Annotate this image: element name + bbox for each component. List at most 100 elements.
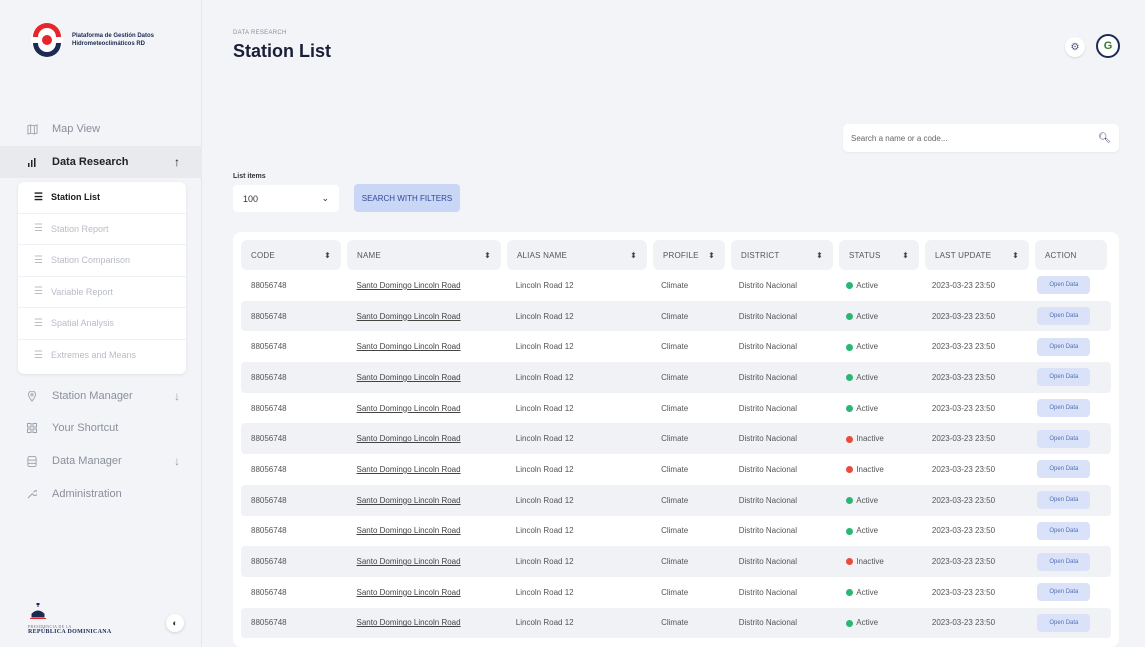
status-badge: Active (836, 373, 922, 382)
status-dot-icon (846, 404, 854, 412)
grid-icon (26, 422, 38, 434)
open-data-button[interactable]: Open Data (1037, 307, 1091, 326)
cell-alias: Lincoln Road 12 (515, 618, 574, 628)
cell-code: 88056748 (251, 587, 287, 597)
status-dot-icon (846, 343, 854, 351)
settings-button[interactable]: ⚙ (1065, 37, 1085, 57)
theme-toggle-button[interactable]: ◐ (166, 614, 184, 632)
list-icon: ☰ (34, 286, 43, 298)
cell-profile: Climate (661, 495, 689, 505)
search-input[interactable] (851, 133, 1099, 143)
sidebar-item-label: Your Shortcut (52, 422, 119, 434)
column-header-alias[interactable]: ALIAS NAME ⬍ (507, 240, 647, 270)
table-row: 88056748 Santo Domingo Lincoln Road Lincol… (241, 423, 1111, 455)
search-icon[interactable]: 🔍︎ (1098, 133, 1111, 144)
table-header: CODE ⬍ NAME ⬍ ALIAS NAME ⬍ PROFILE ⬍ DISTRIC… (241, 240, 1111, 270)
cell-profile: Climate (661, 557, 689, 567)
open-data-button[interactable]: Open Data (1037, 613, 1091, 632)
status-badge: Inactive (836, 465, 922, 474)
open-data-button[interactable]: Open Data (1037, 276, 1091, 295)
status-label: Active (856, 618, 879, 628)
open-data-button[interactable]: Open Data (1037, 552, 1091, 571)
station-name-link[interactable]: Santo Domingo Lincoln Road (347, 434, 506, 443)
submenu-item-extremes-and-means[interactable]: ☰ Extremes and Means (18, 340, 186, 372)
cell-profile: Climate (661, 372, 689, 382)
cell-district: Distrito Nacional (738, 280, 797, 290)
column-header-profile[interactable]: PROFILE ⬍ (653, 240, 725, 270)
cell-profile: Climate (661, 403, 689, 413)
cell-district: Distrito Nacional (738, 557, 797, 567)
cell-last-update: 2023-03-23 23:50 (931, 618, 996, 628)
status-dot-icon (846, 497, 854, 505)
table-row: 88056748 Santo Domingo Lincoln Road Lincol… (241, 362, 1111, 393)
open-data-button[interactable]: Open Data (1037, 399, 1091, 418)
cell-alias: Lincoln Road 12 (515, 587, 574, 597)
station-name-link[interactable]: Santo Domingo Lincoln Road (347, 618, 506, 627)
submenu-item-station-list[interactable]: ☰ Station List (18, 182, 186, 214)
open-data-button[interactable]: Open Data (1037, 521, 1091, 540)
open-data-button[interactable]: Open Data (1037, 368, 1091, 387)
table-row: 88056748 Santo Domingo Lincoln Road Lincol… (241, 270, 1111, 301)
cell-code: 88056748 (251, 526, 287, 536)
station-name-link[interactable]: Santo Domingo Lincoln Road (347, 557, 506, 566)
arrow-down-icon[interactable]: ↓ (174, 454, 180, 468)
submenu-item-station-report[interactable]: ☰ Station Report (18, 214, 186, 245)
avatar[interactable]: G (1096, 34, 1120, 58)
column-label: ACTION (1045, 250, 1077, 260)
submenu-item-station-comparison[interactable]: ☰ Station Comparison (18, 245, 186, 277)
sidebar-item-administration[interactable]: Administration (0, 478, 202, 510)
app-logo[interactable]: Plataforma de Gestión Datos Hidrometeocl… (30, 23, 172, 57)
cell-profile: Climate (661, 587, 689, 597)
column-header-name[interactable]: NAME ⬍ (347, 240, 501, 270)
open-data-button[interactable]: Open Data (1037, 583, 1091, 602)
status-badge: Active (836, 404, 922, 413)
station-name-link[interactable]: Santo Domingo Lincoln Road (347, 373, 506, 382)
submenu-item-label: Spatial Analysis (50, 318, 115, 329)
open-data-button[interactable]: Open Data (1037, 491, 1091, 510)
cell-code: 88056748 (251, 403, 287, 413)
cell-code: 88056748 (251, 434, 287, 444)
submenu-item-label: Station Comparison (50, 255, 131, 266)
sort-icon: ⬍ (630, 250, 637, 260)
station-name-link[interactable]: Santo Domingo Lincoln Road (347, 342, 506, 351)
list-items-value: 100 (243, 193, 259, 204)
station-name-link[interactable]: Santo Domingo Lincoln Road (347, 312, 506, 321)
submenu-item-variable-report[interactable]: ☰ Variable Report (18, 277, 186, 308)
column-header-code[interactable]: CODE ⬍ (241, 240, 341, 270)
column-header-district[interactable]: DISTRICT ⬍ (731, 240, 833, 270)
station-name-link[interactable]: Santo Domingo Lincoln Road (347, 465, 506, 474)
column-header-last-update[interactable]: LAST UPDATE ⬍ (925, 240, 1029, 270)
status-label: Active (856, 311, 879, 321)
cell-last-update: 2023-03-23 23:50 (931, 434, 996, 444)
station-name-link[interactable]: Santo Domingo Lincoln Road (347, 281, 506, 290)
open-data-button[interactable]: Open Data (1037, 460, 1091, 479)
station-name-link[interactable]: Santo Domingo Lincoln Road (347, 496, 506, 505)
arrow-down-icon[interactable]: ↓ (174, 389, 180, 403)
column-label: LAST UPDATE (935, 250, 992, 260)
list-items-select[interactable]: 100 ⌄ (233, 185, 339, 212)
breadcrumb: DATA RESEARCH (233, 30, 287, 36)
column-header-status[interactable]: STATUS ⬍ (839, 240, 919, 270)
sidebar-item-data-manager[interactable]: Data Manager ↓ (0, 445, 202, 477)
cell-code: 88056748 (251, 557, 287, 567)
open-data-button[interactable]: Open Data (1037, 429, 1091, 448)
government-logo: PRESIDENCIA DE LA REPÚBLICA DOMINICANA (28, 603, 112, 635)
sidebar-item-map-view[interactable]: Map View (0, 113, 202, 145)
arrow-up-icon[interactable]: ↑ (174, 155, 180, 169)
sidebar-item-data-research[interactable]: Data Research ↑ (0, 146, 202, 178)
sort-icon: ⬍ (902, 250, 909, 260)
station-name-link[interactable]: Santo Domingo Lincoln Road (347, 526, 506, 535)
search-with-filters-button[interactable]: SEARCH WITH FILTERS (354, 184, 460, 212)
column-label: DISTRICT (741, 250, 780, 260)
station-name-link[interactable]: Santo Domingo Lincoln Road (347, 404, 506, 413)
cell-action: Open Data (1031, 552, 1111, 571)
station-name-link[interactable]: Santo Domingo Lincoln Road (347, 588, 506, 597)
cell-last-update: 2023-03-23 23:50 (931, 587, 996, 597)
sidebar-item-label: Administration (52, 488, 122, 500)
cell-district: Distrito Nacional (738, 342, 797, 352)
sidebar-item-station-manager[interactable]: Station Manager ↓ (0, 380, 202, 412)
table-row: 88056748 Santo Domingo Lincoln Road Lincol… (241, 454, 1111, 485)
submenu-item-spatial-analysis[interactable]: ☰ Spatial Analysis (18, 308, 186, 340)
sidebar-item-your-shortcut[interactable]: Your Shortcut (0, 412, 202, 444)
open-data-button[interactable]: Open Data (1037, 337, 1091, 356)
